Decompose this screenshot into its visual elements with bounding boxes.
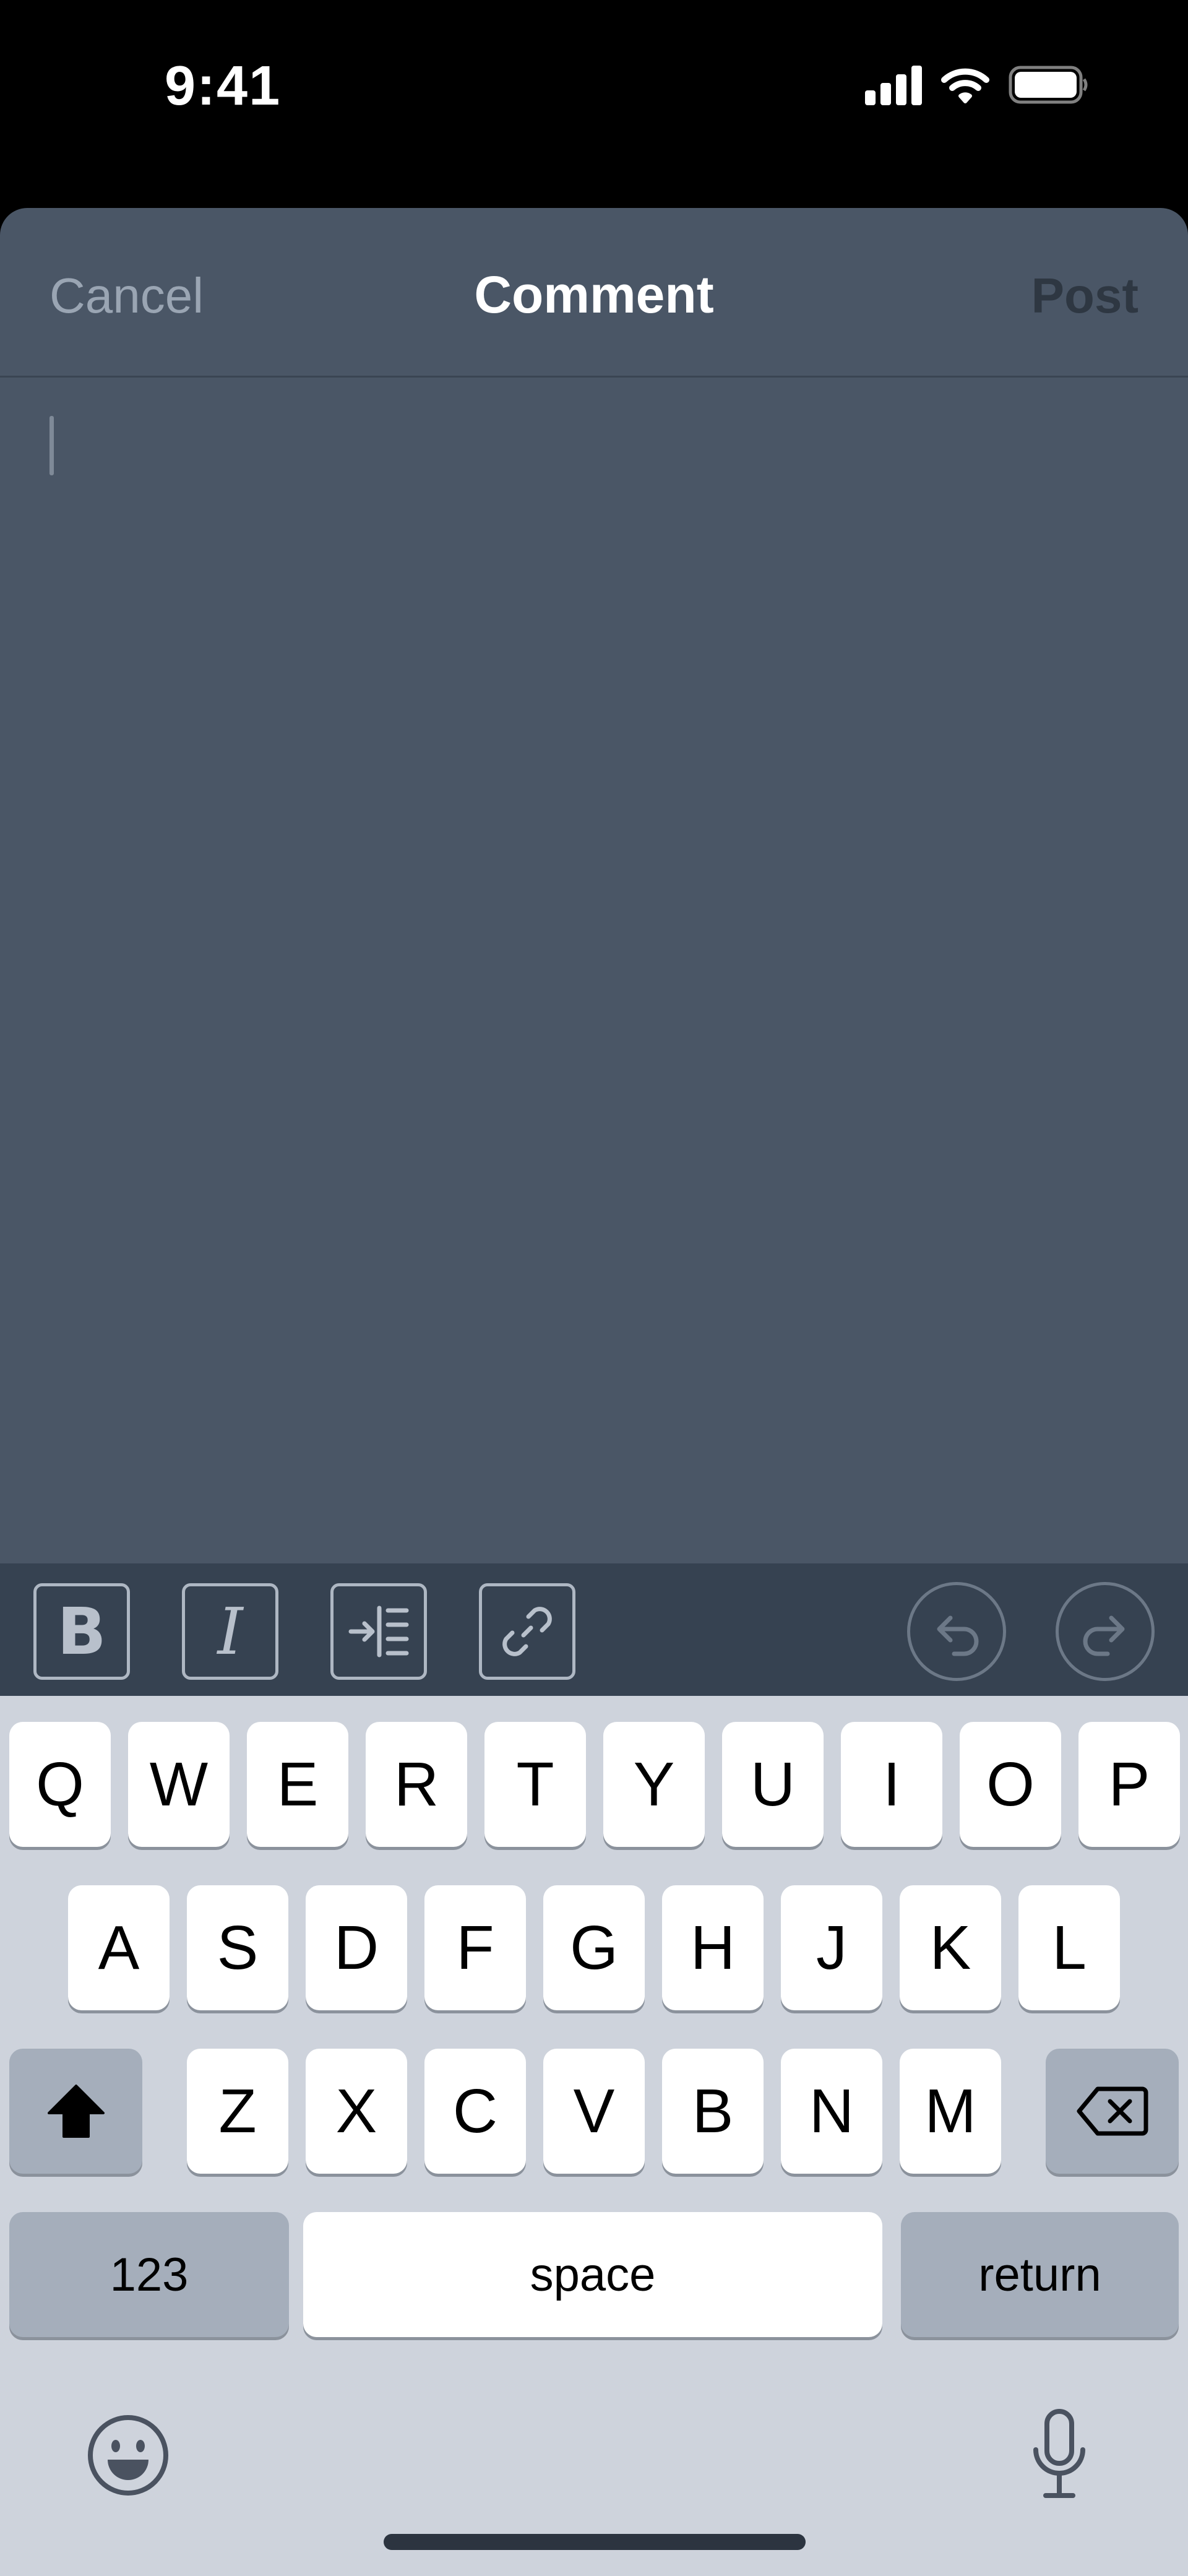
bold-button[interactable]: B	[33, 1583, 130, 1680]
key[interactable]: A	[68, 1885, 170, 2010]
microphone-icon	[1033, 2409, 1085, 2498]
key[interactable]: S	[187, 1885, 288, 2010]
key[interactable]: Q	[9, 1722, 111, 1847]
numbers-key[interactable]: 123	[9, 2212, 289, 2337]
battery-icon	[1009, 66, 1089, 104]
bold-icon: B	[57, 1594, 106, 1669]
status-bar: 9:41	[0, 0, 1188, 208]
key[interactable]: E	[247, 1722, 348, 1847]
undo-icon	[937, 1615, 979, 1656]
indent-icon	[348, 1606, 409, 1658]
link-icon	[502, 1607, 552, 1656]
status-time: 9:41	[165, 55, 282, 117]
key[interactable]: T	[484, 1722, 586, 1847]
key[interactable]: V	[543, 2049, 645, 2174]
key[interactable]: Z	[187, 2049, 288, 2174]
key[interactable]: G	[543, 1885, 645, 2010]
key[interactable]: W	[128, 1722, 230, 1847]
microphone-button[interactable]	[1031, 2408, 1088, 2504]
redo-button[interactable]	[1056, 1582, 1155, 1681]
shift-key[interactable]	[9, 2049, 142, 2174]
format-toolbar: B I	[0, 1563, 1188, 1696]
key[interactable]: I	[841, 1722, 942, 1847]
post-button[interactable]: Post	[1031, 267, 1138, 324]
wifi-icon	[940, 66, 990, 103]
indent-button[interactable]	[330, 1583, 427, 1680]
key[interactable]: M	[900, 2049, 1001, 2174]
key[interactable]: U	[722, 1722, 824, 1847]
cellular-signal-icon	[865, 64, 922, 105]
key[interactable]: B	[662, 2049, 764, 2174]
emoji-button[interactable]	[87, 2414, 170, 2500]
home-indicator	[384, 2534, 806, 2550]
key[interactable]: P	[1078, 1722, 1180, 1847]
key[interactable]: Y	[603, 1722, 705, 1847]
key[interactable]: K	[900, 1885, 1001, 2010]
text-caret	[50, 416, 54, 475]
key[interactable]: J	[781, 1885, 882, 2010]
key[interactable]: C	[424, 2049, 526, 2174]
status-icons	[865, 64, 1089, 105]
sheet-header: Cancel Comment Post	[0, 208, 1188, 378]
redo-icon	[1083, 1615, 1125, 1656]
return-key[interactable]: return	[901, 2212, 1179, 2337]
comment-sheet: Cancel Comment Post	[0, 208, 1188, 1563]
comment-input[interactable]	[0, 379, 1188, 1563]
key[interactable]: N	[781, 2049, 882, 2174]
key[interactable]: O	[960, 1722, 1061, 1847]
key[interactable]: R	[366, 1722, 467, 1847]
italic-icon: I	[217, 1594, 243, 1669]
italic-button[interactable]: I	[182, 1583, 278, 1680]
key[interactable]: X	[306, 2049, 407, 2174]
sheet-title: Comment	[474, 266, 714, 324]
key[interactable]: D	[306, 1885, 407, 2010]
key[interactable]: H	[662, 1885, 764, 2010]
link-button[interactable]	[479, 1583, 575, 1680]
key[interactable]: F	[424, 1885, 526, 2010]
space-key[interactable]: space	[303, 2212, 882, 2337]
shift-icon	[47, 2085, 105, 2138]
delete-key[interactable]	[1046, 2049, 1179, 2174]
key[interactable]: L	[1018, 1885, 1120, 2010]
undo-button[interactable]	[907, 1582, 1006, 1681]
emoji-icon	[88, 2415, 168, 2496]
delete-icon	[1077, 2086, 1148, 2136]
keyboard: QWERTYUIOP ASDFGHJKL ZXCVBNM 123 space r…	[0, 1696, 1188, 2576]
